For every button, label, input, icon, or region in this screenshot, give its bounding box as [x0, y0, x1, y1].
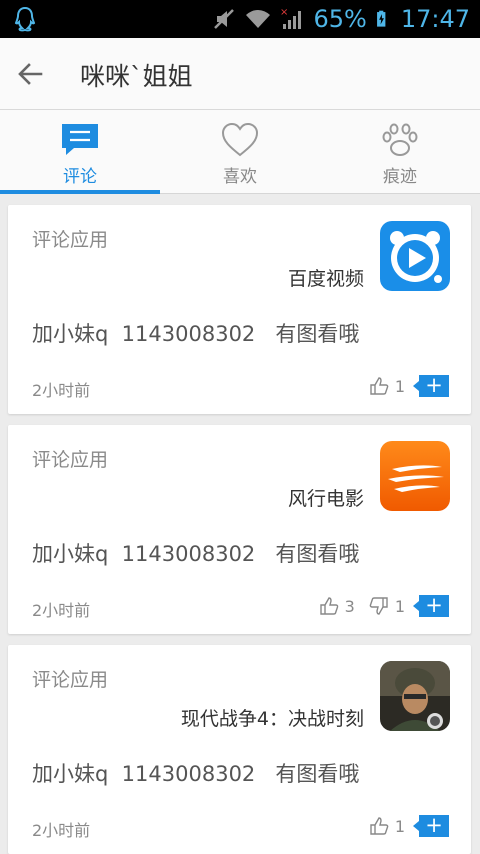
- app-name[interactable]: 风行电影: [288, 484, 364, 511]
- signal-icon: ×: [280, 7, 302, 29]
- like-button[interactable]: 1: [369, 376, 405, 396]
- dislike-count: 1: [394, 596, 405, 616]
- add-button[interactable]: +: [413, 595, 449, 617]
- tab-bar: 评论 喜欢 痕迹: [0, 110, 480, 194]
- timestamp: 2小时前: [32, 821, 91, 840]
- tab-comments[interactable]: 评论: [0, 110, 160, 194]
- like-count: 1: [394, 816, 405, 836]
- card-actions: 1 +: [369, 813, 449, 839]
- svg-text:×: ×: [280, 7, 288, 18]
- thumbs-down-icon: [369, 597, 388, 615]
- app-header: 咪咪`姐姐: [0, 38, 480, 110]
- timestamp: 2小时前: [32, 601, 91, 620]
- comment-card[interactable]: 评论应用 风行电影 加小妹q 1143008302 有图看哦 2小时前 3 1 …: [8, 425, 471, 634]
- comment-text: 加小妹q 1143008302 有图看哦: [32, 542, 360, 566]
- page-title: 咪咪`姐姐: [80, 62, 193, 91]
- baidu-video-icon[interactable]: [380, 221, 450, 291]
- like-count: 1: [394, 376, 405, 396]
- funshion-icon[interactable]: [380, 441, 450, 511]
- tab-indicator: [0, 190, 160, 194]
- qq-notification-icon: [14, 6, 36, 32]
- card-actions: 1 +: [369, 373, 449, 399]
- comment-text: 加小妹q 1143008302 有图看哦: [32, 322, 360, 346]
- thumbs-up-icon: [370, 817, 389, 835]
- back-arrow-icon: [18, 63, 43, 85]
- battery-percent: 65%: [313, 5, 367, 33]
- status-bar: × 65% 17:47: [0, 0, 480, 38]
- card-type-label: 评论应用: [32, 449, 109, 471]
- like-count: 3: [344, 596, 355, 616]
- like-button[interactable]: 3: [319, 596, 355, 616]
- modern-combat-icon[interactable]: [380, 661, 450, 731]
- wifi-icon: [246, 10, 271, 29]
- comment-card[interactable]: 评论应用 现代战争4：决战时刻 加小妹q 1143008302 有图看哦 2小时…: [8, 645, 471, 854]
- paw-icon: [382, 123, 418, 156]
- app-name[interactable]: 百度视频: [288, 264, 364, 291]
- add-button[interactable]: +: [413, 815, 449, 837]
- battery-charging-icon: [376, 10, 386, 27]
- clock: 17:47: [400, 5, 470, 33]
- like-button[interactable]: 1: [369, 816, 405, 836]
- card-type-label: 评论应用: [32, 669, 109, 691]
- add-button[interactable]: +: [413, 375, 449, 397]
- tab-label: 喜欢: [223, 167, 257, 187]
- comment-icon: [62, 124, 98, 155]
- timestamp: 2小时前: [32, 381, 91, 400]
- thumbs-up-icon: [370, 377, 389, 395]
- card-actions: 3 1 +: [319, 593, 449, 619]
- thumbs-up-icon: [319, 597, 338, 615]
- tab-traces[interactable]: 痕迹: [320, 110, 480, 194]
- comment-card[interactable]: 评论应用 百度视频 加小妹q 1143008302 有图看哦 2小时前 1 +: [8, 205, 471, 414]
- card-type-label: 评论应用: [32, 229, 109, 251]
- heart-icon: [221, 122, 259, 157]
- tab-label: 评论: [63, 167, 97, 187]
- mute-icon: [214, 9, 235, 29]
- comment-text: 加小妹q 1143008302 有图看哦: [32, 762, 360, 786]
- app-name[interactable]: 现代战争4：决战时刻: [181, 704, 364, 731]
- back-button[interactable]: [8, 52, 52, 96]
- tab-likes[interactable]: 喜欢: [160, 110, 320, 194]
- tab-label: 痕迹: [383, 167, 417, 187]
- dislike-button[interactable]: 1: [369, 596, 405, 616]
